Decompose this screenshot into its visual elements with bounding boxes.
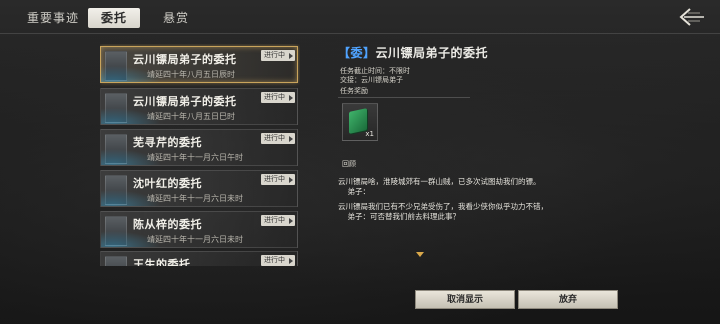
back-arrow-icon[interactable] xyxy=(676,6,706,28)
quest-item[interactable]: 芜寻芹的委托 靖延四十年十一月六日午时 进行中 xyxy=(100,129,298,166)
quest-list[interactable]: 云川镖局弟子的委托 靖延四十年八月五日辰时 进行中 云川镖局弟子的委托 靖延四十… xyxy=(100,44,300,266)
quest-item[interactable]: 沈叶红的委托 靖延四十年十一月六日未时 进行中 xyxy=(100,170,298,207)
abandon-button[interactable]: 放弃 xyxy=(518,290,618,309)
quest-item[interactable]: 云川镖局弟子的委托 靖延四十年八月五日辰时 进行中 xyxy=(100,46,298,83)
review-text-line: 云川镖局我们已有不少兄弟受伤了，我看少侠你似乎功力不错， xyxy=(338,202,548,211)
review-text-line: 云川镖局啥，淮陵城郊有一群山贼，已多次试图劫我们的镖。 xyxy=(338,177,541,186)
status-badge: 进行中 xyxy=(261,255,295,266)
quest-title: 王生的委托 xyxy=(133,258,191,266)
quest-item[interactable]: 陈从梓的委托 靖延四十年十一月六日未时 进行中 xyxy=(100,211,298,248)
quest-title: 陈从梓的委托 xyxy=(133,218,202,231)
scroll-down-icon[interactable] xyxy=(416,252,424,257)
commission-mark: 【委】 xyxy=(338,46,376,60)
reward-slot[interactable]: x1 xyxy=(342,103,378,141)
giver-text: 交接：云川镖局弟子 xyxy=(340,76,403,84)
review-text-line: 弟子：可否替我们前去料理此事？ xyxy=(338,212,461,221)
quest-title: 云川镖局弟子的委托 xyxy=(133,95,237,108)
detail-title-text: 云川镖局弟子的委托 xyxy=(375,46,489,60)
status-badge: 进行中 xyxy=(261,92,295,103)
reward-label: 任务奖励 xyxy=(340,87,368,95)
quest-date: 靖延四十年八月五日巳时 xyxy=(147,112,235,121)
status-badge: 进行中 xyxy=(261,215,295,226)
divider xyxy=(338,97,470,98)
quest-date: 靖延四十年十一月六日未时 xyxy=(147,194,243,203)
quest-title: 芜寻芹的委托 xyxy=(133,136,202,149)
quest-title: 沈叶红的委托 xyxy=(133,177,202,190)
quest-date: 靖延四十年八月五日辰时 xyxy=(147,70,235,79)
quest-item[interactable]: 王生的委托 进行中 xyxy=(100,251,298,266)
tab-divider xyxy=(0,33,720,34)
quest-date: 靖延四十年十一月六日未时 xyxy=(147,235,243,244)
quest-scroll-icon xyxy=(105,256,127,266)
quest-item[interactable]: 云川镖局弟子的委托 靖延四十年八月五日巳时 进行中 xyxy=(100,88,298,125)
tab-bounties[interactable]: 悬赏 xyxy=(150,8,202,28)
tab-important-deeds[interactable]: 重要事迹 xyxy=(20,8,86,28)
status-badge: 进行中 xyxy=(261,174,295,185)
top-tab-bar: 重要事迹 委托 悬赏 xyxy=(0,0,720,34)
review-text-line: 弟子： xyxy=(338,187,371,196)
green-book-icon xyxy=(349,108,367,134)
review-label: 回顾 xyxy=(342,160,356,168)
reward-quantity: x1 xyxy=(365,130,374,138)
quest-date: 靖延四十年十一月六日午时 xyxy=(147,153,243,162)
status-badge: 进行中 xyxy=(261,133,295,144)
status-badge: 进行中 xyxy=(261,50,295,61)
cancel-display-button[interactable]: 取消显示 xyxy=(415,290,515,309)
detail-title: 【委】云川镖局弟子的委托 xyxy=(338,44,488,61)
tab-commissions[interactable]: 委托 xyxy=(88,8,140,28)
quest-title: 云川镖局弟子的委托 xyxy=(133,53,237,66)
